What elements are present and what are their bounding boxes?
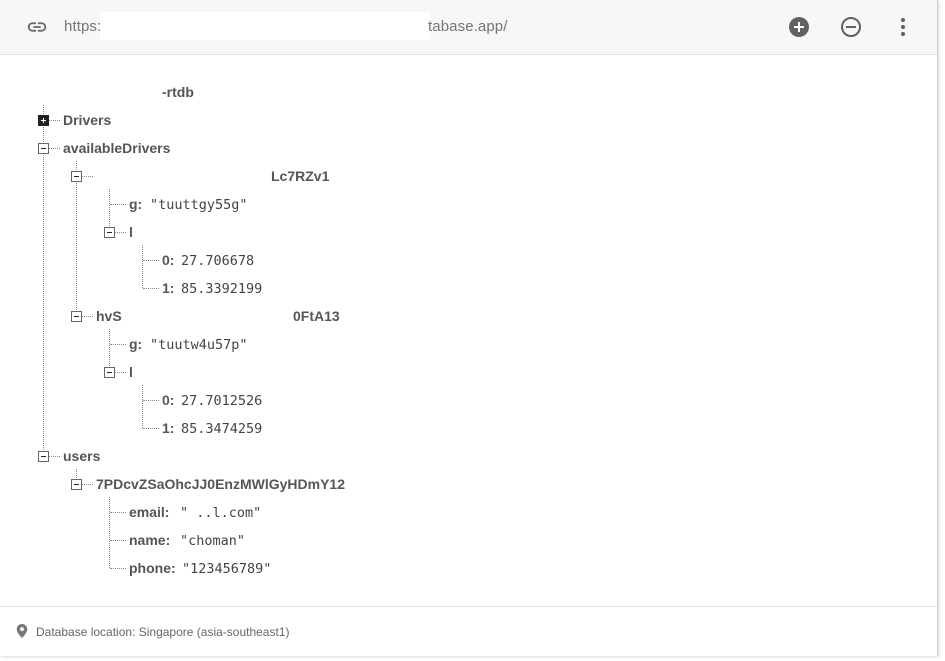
- collapse-driver1-l-toggle[interactable]: [104, 227, 115, 238]
- driver1-g-value[interactable]: "tuuttgy55g": [150, 197, 248, 213]
- user1-name-key[interactable]: name:: [129, 532, 170, 548]
- collapse-driver2-l-toggle[interactable]: [104, 367, 115, 378]
- user1-phone-key[interactable]: phone:: [129, 560, 176, 576]
- driver2-l-key[interactable]: l: [129, 364, 133, 380]
- node-driver2-prefix[interactable]: hvS: [96, 308, 122, 324]
- remove-node-button[interactable]: [839, 15, 863, 39]
- footer-bar: Database location: Singapore (asia-south…: [0, 606, 937, 656]
- url-suffix[interactable]: tabase.app/: [428, 18, 508, 35]
- driver2-l1-value[interactable]: 85.3474259: [181, 421, 262, 437]
- collapse-user1-toggle[interactable]: [71, 479, 82, 490]
- location-pin-icon: [16, 624, 28, 638]
- database-panel: https: tabase.app/ -rtdb Drivers availab…: [0, 0, 938, 656]
- link-icon: [27, 22, 47, 32]
- driver2-l0-key[interactable]: 0:: [162, 392, 174, 408]
- driver2-g-key[interactable]: g:: [129, 336, 142, 352]
- add-circle-icon: [789, 17, 809, 37]
- user1-email-value[interactable]: " ..l.com": [180, 505, 261, 521]
- node-users[interactable]: users: [63, 448, 100, 464]
- driver1-l0-key[interactable]: 0:: [162, 252, 174, 268]
- driver2-l1-key[interactable]: 1:: [162, 420, 174, 436]
- collapse-driver1-toggle[interactable]: [71, 171, 82, 182]
- collapse-driver2-toggle[interactable]: [71, 311, 82, 322]
- root-node-label[interactable]: -rtdb: [162, 84, 194, 100]
- user1-email-key[interactable]: email:: [129, 504, 169, 520]
- node-driver1[interactable]: Lc7RZv1: [271, 168, 329, 184]
- node-availabledrivers[interactable]: availableDrivers: [63, 140, 170, 156]
- driver1-l1-key[interactable]: 1:: [162, 280, 174, 296]
- driver1-l-key[interactable]: l: [129, 224, 133, 240]
- collapse-availabledrivers-toggle[interactable]: [38, 143, 49, 154]
- user1-name-value[interactable]: "choman": [180, 533, 245, 549]
- url-prefix[interactable]: https:: [64, 18, 101, 35]
- remove-circle-icon: [841, 17, 861, 37]
- node-user1[interactable]: 7PDcvZSaOhcJJ0EnzMWlGyHDmY12: [96, 476, 345, 492]
- driver1-l1-value[interactable]: 85.3392199: [181, 281, 262, 297]
- database-location-text: Database location: Singapore (asia-south…: [36, 625, 290, 639]
- node-drivers[interactable]: Drivers: [63, 112, 111, 128]
- more-options-button[interactable]: [891, 15, 915, 39]
- driver2-l0-value[interactable]: 27.7012526: [181, 393, 262, 409]
- user1-phone-value[interactable]: "123456789": [182, 561, 271, 577]
- driver2-g-value[interactable]: "tuutw4u57p": [150, 337, 248, 353]
- redacted-url-segment: [100, 12, 430, 40]
- add-child-button[interactable]: [787, 15, 811, 39]
- more-vert-icon: [901, 18, 905, 36]
- driver1-g-key[interactable]: g:: [129, 196, 142, 212]
- driver1-l0-value[interactable]: 27.706678: [181, 253, 254, 269]
- expand-drivers-toggle[interactable]: [38, 115, 49, 126]
- collapse-users-toggle[interactable]: [38, 451, 49, 462]
- url-bar: https: tabase.app/: [0, 0, 937, 55]
- data-tree: -rtdb Drivers availableDrivers Lc7RZv1 g…: [0, 55, 937, 606]
- node-driver2-suffix[interactable]: 0FtA13: [293, 308, 340, 324]
